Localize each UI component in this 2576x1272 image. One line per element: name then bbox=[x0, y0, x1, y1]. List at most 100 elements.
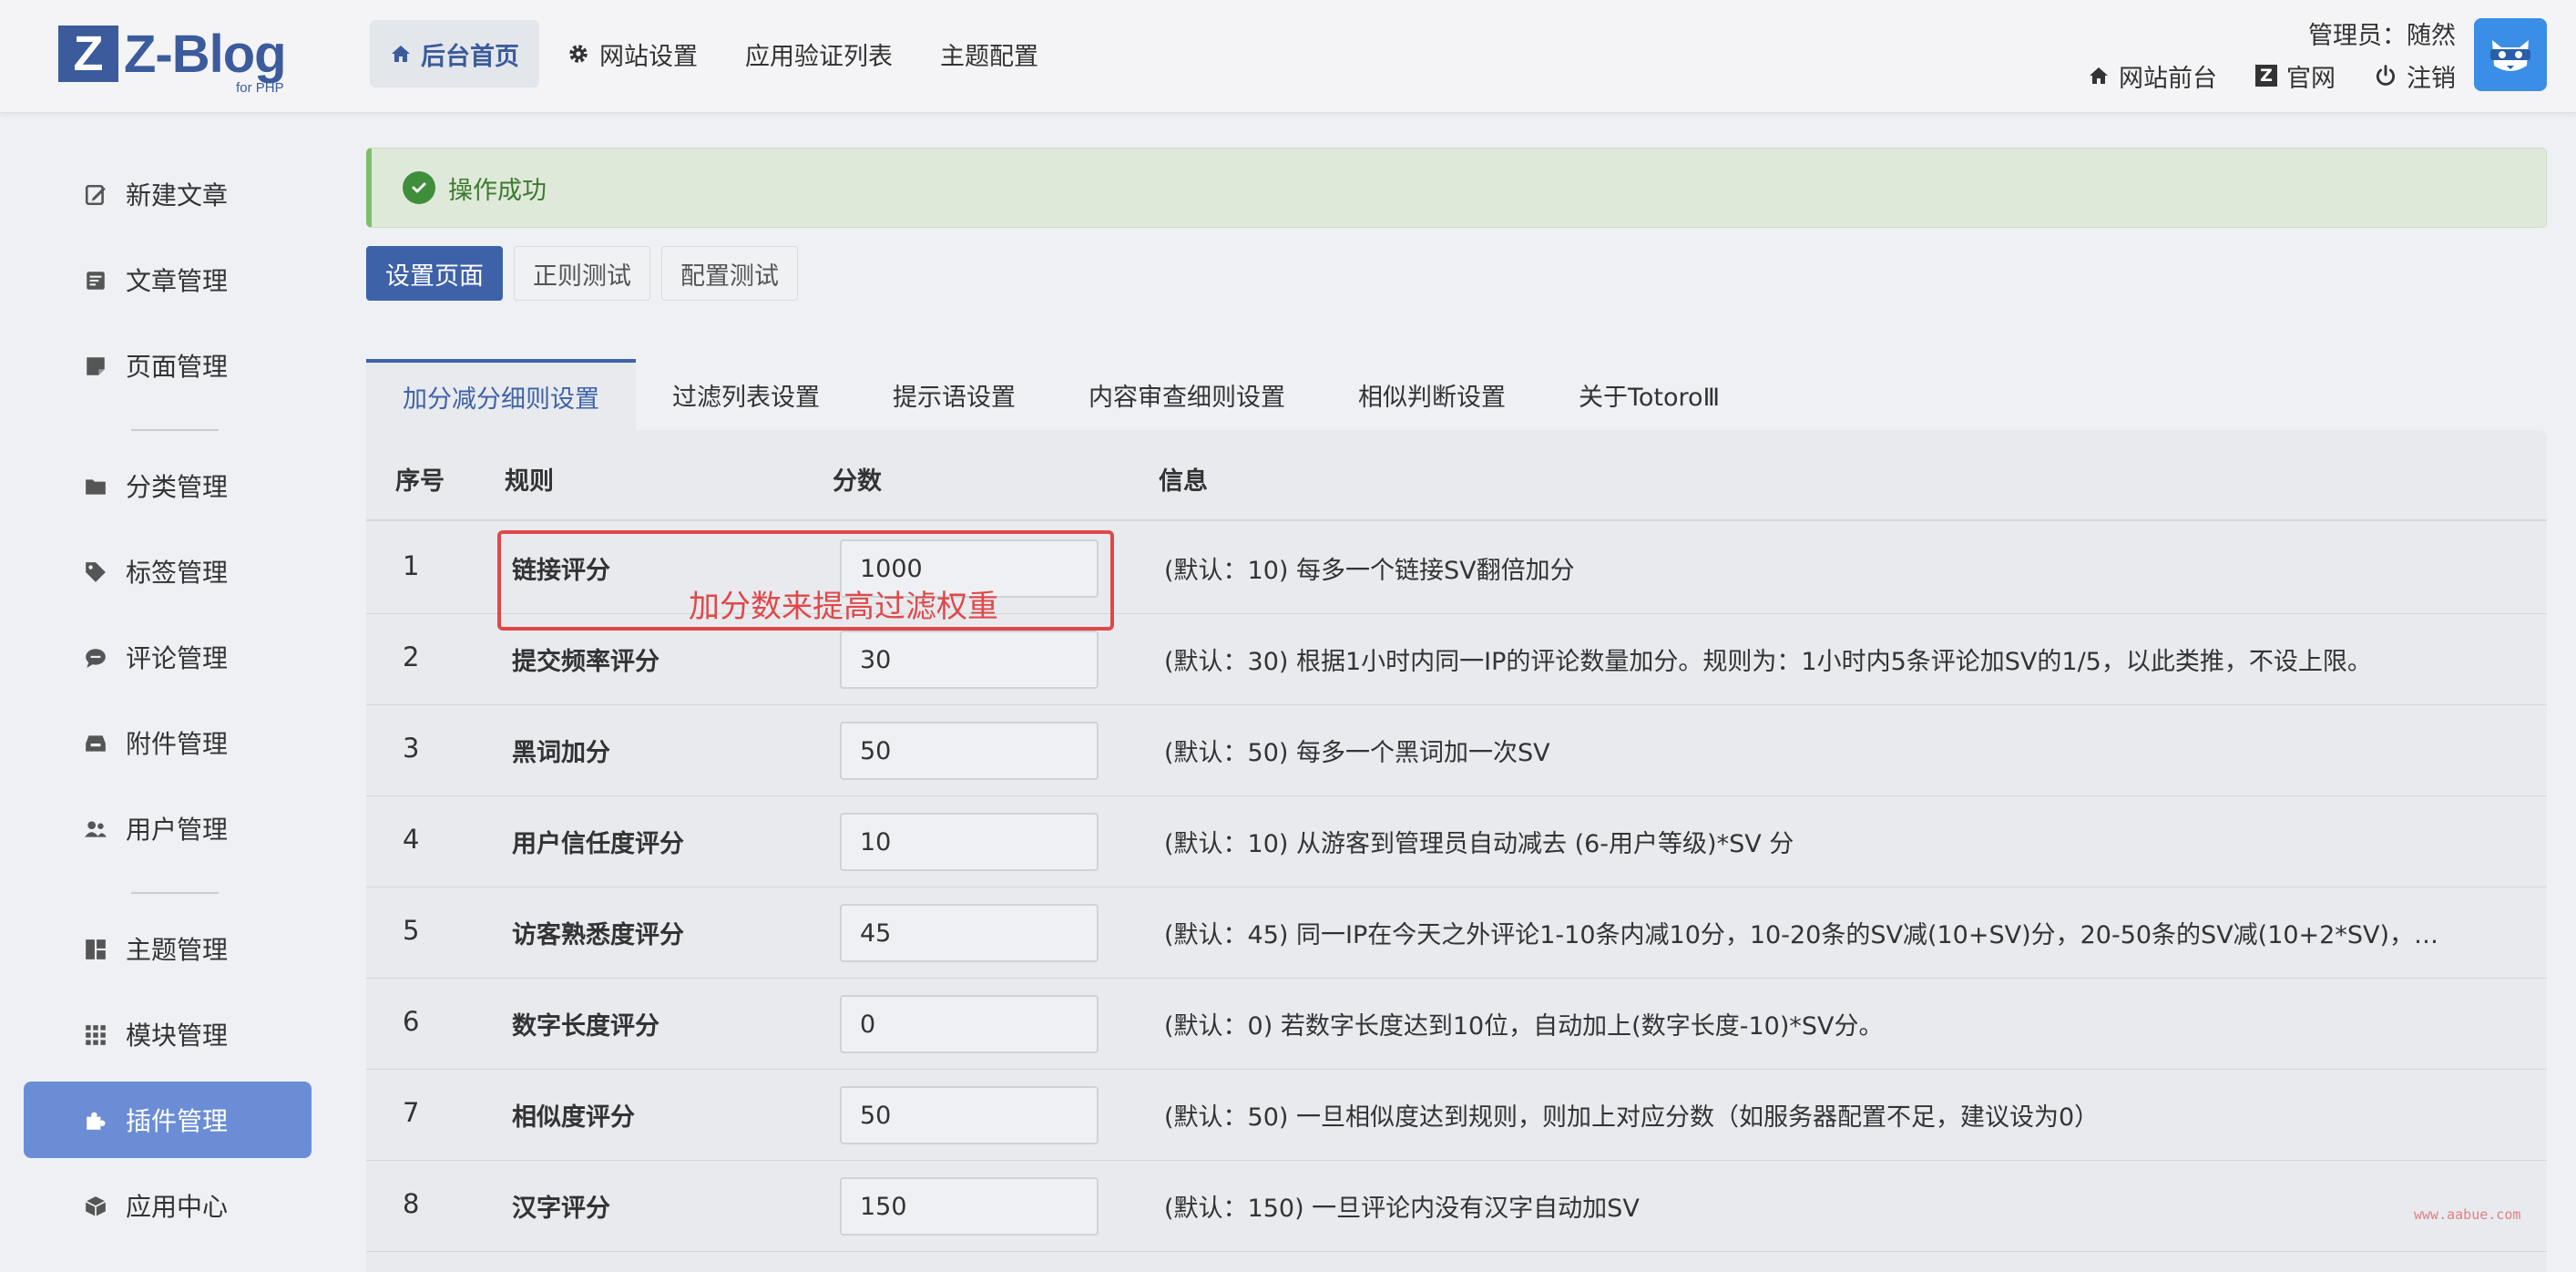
topnav-dashboard[interactable]: 后台首页 bbox=[370, 20, 539, 87]
row-no: 5 bbox=[403, 915, 420, 946]
row-rule: 汉字评分 bbox=[512, 1195, 610, 1223]
sidebar-item-user-manage[interactable]: 用户管理 bbox=[24, 790, 312, 867]
avatar[interactable] bbox=[2474, 18, 2547, 91]
row-no: 8 bbox=[403, 1188, 420, 1219]
box-icon bbox=[85, 1196, 107, 1216]
score-input[interactable] bbox=[840, 631, 1099, 689]
sidebar-item-comment-manage[interactable]: 评论管理 bbox=[24, 619, 312, 695]
link-official-site[interactable]: Z 官网 bbox=[2255, 58, 2336, 94]
sidebar-item-module-manage[interactable]: 模块管理 bbox=[24, 996, 312, 1072]
admin-link-label: 网站前台 bbox=[2119, 64, 2217, 93]
row-rule: 相似度评分 bbox=[512, 1103, 635, 1132]
sidebar-item-plugin-manage[interactable]: 插件管理 bbox=[24, 1082, 312, 1158]
sidebar-item-theme-manage[interactable]: 主题管理 bbox=[24, 910, 312, 987]
sidebar-item-article-manage[interactable]: 文章管理 bbox=[24, 241, 312, 318]
admin-link-label: 官网 bbox=[2286, 64, 2336, 93]
zblog-logo[interactable]: Z Z-Blog for PHP bbox=[58, 24, 287, 96]
logo-name: Z-Blog bbox=[124, 24, 287, 84]
gear-icon bbox=[569, 45, 588, 63]
sidebar-item-category-manage[interactable]: 分类管理 bbox=[24, 447, 312, 524]
tab-filter-list[interactable]: 过滤列表设置 bbox=[636, 359, 856, 430]
table-row: 5 访客熟悉度评分 (默认：45) 同一IP在今天之外评论1-10条内减10分，… bbox=[366, 887, 2547, 979]
puzzle-icon bbox=[87, 1112, 106, 1130]
topnav-site-settings[interactable]: 网站设置 bbox=[547, 20, 718, 87]
link-logout[interactable]: 注销 bbox=[2374, 58, 2456, 94]
alert-text: 操作成功 bbox=[448, 176, 547, 205]
article-icon bbox=[87, 272, 105, 290]
sidebar-item-label: 模块管理 bbox=[126, 1021, 229, 1051]
sidebar-item-app-center[interactable]: 应用中心 bbox=[24, 1167, 312, 1244]
top-nav: 后台首页 网站设置 应用验证列表 主题配置 bbox=[370, 20, 1066, 87]
success-alert: 操作成功 bbox=[366, 148, 2547, 228]
row-no: 6 bbox=[403, 1006, 420, 1037]
sidebar-item-label: 附件管理 bbox=[126, 729, 229, 759]
row-info: (默认：10) 从游客到管理员自动减去 (6-用户等级)*SV 分 bbox=[1164, 830, 1794, 858]
annotation-text: 加分数来提高过滤权重 bbox=[689, 589, 998, 625]
score-input[interactable] bbox=[840, 995, 1099, 1053]
score-input[interactable] bbox=[840, 813, 1099, 871]
tab-similarity[interactable]: 相似判断设置 bbox=[1322, 359, 1542, 430]
row-info: (默认：50) 一旦相似度达到规则，则加上对应分数（如服务器配置不足，建议设为0… bbox=[1164, 1103, 2100, 1132]
sidebar-item-label: 新建文章 bbox=[126, 180, 229, 210]
row-info: (默认：0) 若数字长度达到10位，自动加上(数字长度-10)*SV分。 bbox=[1164, 1012, 1884, 1041]
row-info: (默认：10) 每多一个链接SV翻倍加分 bbox=[1164, 557, 1575, 585]
table-row: 4 用户信任度评分 (默认：10) 从游客到管理员自动减去 (6-用户等级)*S… bbox=[366, 796, 2547, 887]
topnav-label: 应用验证列表 bbox=[745, 42, 893, 71]
sidebar-item-tag-manage[interactable]: 标签管理 bbox=[24, 533, 312, 610]
theme-icon bbox=[86, 939, 106, 959]
tab-score-rules[interactable]: 加分减分细则设置 bbox=[366, 359, 636, 430]
topnav-label: 后台首页 bbox=[421, 42, 519, 71]
tab-about[interactable]: 关于TotoroⅢ bbox=[1542, 359, 1756, 430]
check-circle-icon bbox=[403, 171, 435, 204]
sidebar-item-attachment-manage[interactable]: 附件管理 bbox=[24, 704, 312, 781]
header-info: 信息 bbox=[1159, 467, 1208, 496]
sidebar: 新建文章 文章管理 页面管理 分类管理 标签管理 评论管理 附件管理 用户管理 … bbox=[0, 114, 328, 1272]
row-info: (默认：50) 每多一个黑词加一次SV bbox=[1164, 739, 1550, 767]
sidebar-item-label: 评论管理 bbox=[126, 643, 229, 673]
sidebar-divider bbox=[131, 892, 219, 894]
zblog-icon: Z bbox=[2255, 65, 2277, 87]
sidebar-item-label: 分类管理 bbox=[126, 472, 229, 502]
score-input[interactable] bbox=[840, 1086, 1099, 1144]
tab-content-review[interactable]: 内容审查细则设置 bbox=[1052, 359, 1322, 430]
sidebar-item-page-manage[interactable]: 页面管理 bbox=[24, 327, 312, 404]
score-input[interactable] bbox=[840, 1177, 1099, 1236]
row-rule: 访客熟悉度评分 bbox=[512, 921, 684, 949]
grid-icon bbox=[86, 1025, 106, 1045]
settings-page-button[interactable]: 设置页面 bbox=[366, 246, 503, 301]
header-no: 序号 bbox=[395, 467, 445, 496]
topnav-label: 网站设置 bbox=[599, 42, 698, 71]
tab-prompt-settings[interactable]: 提示语设置 bbox=[856, 359, 1052, 430]
logo-mark: Z bbox=[58, 26, 118, 82]
logo-text: Z-Blog for PHP bbox=[124, 24, 287, 96]
row-no: 4 bbox=[403, 824, 420, 855]
users-icon bbox=[85, 821, 107, 837]
topnav-theme-config[interactable]: 主题配置 bbox=[920, 20, 1058, 87]
link-site-front[interactable]: 网站前台 bbox=[2088, 58, 2217, 94]
sidebar-item-label: 标签管理 bbox=[126, 558, 229, 588]
admin-link-label: 注销 bbox=[2407, 64, 2456, 93]
admin-area: 管理员：随然 网站前台 Z 官网 注销 bbox=[2050, 18, 2456, 97]
topnav-app-verify-list[interactable]: 应用验证列表 bbox=[725, 20, 913, 87]
score-input[interactable] bbox=[840, 722, 1099, 780]
edit-icon bbox=[85, 184, 106, 206]
row-info: (默认：150) 一旦评论内没有汉字自动加SV bbox=[1164, 1195, 1640, 1223]
sidebar-item-label: 应用中心 bbox=[126, 1192, 229, 1222]
header-score: 分数 bbox=[833, 467, 882, 496]
header-rule: 规则 bbox=[505, 467, 554, 496]
admin-links: 网站前台 Z 官网 注销 bbox=[2050, 55, 2456, 97]
score-input[interactable] bbox=[840, 904, 1099, 962]
table-header: 序号 规则 分数 信息 bbox=[366, 430, 2547, 521]
sidebar-item-label: 插件管理 bbox=[126, 1106, 229, 1136]
watermark: www.aabue.com bbox=[2414, 1206, 2521, 1223]
row-no: 7 bbox=[403, 1097, 420, 1128]
config-test-button[interactable]: 配置测试 bbox=[661, 246, 798, 301]
row-no: 2 bbox=[403, 641, 420, 672]
sidebar-item-new-article[interactable]: 新建文章 bbox=[24, 156, 312, 232]
table-row: 7 相似度评分 (默认：50) 一旦相似度达到规则，则加上对应分数（如服务器配置… bbox=[366, 1070, 2547, 1161]
sidebar-item-label: 用户管理 bbox=[126, 815, 229, 845]
row-rule: 用户信任度评分 bbox=[512, 830, 684, 858]
regex-test-button[interactable]: 正则测试 bbox=[514, 246, 650, 301]
admin-name: 管理员：随然 bbox=[2308, 22, 2456, 50]
row-no: 1 bbox=[403, 550, 420, 581]
